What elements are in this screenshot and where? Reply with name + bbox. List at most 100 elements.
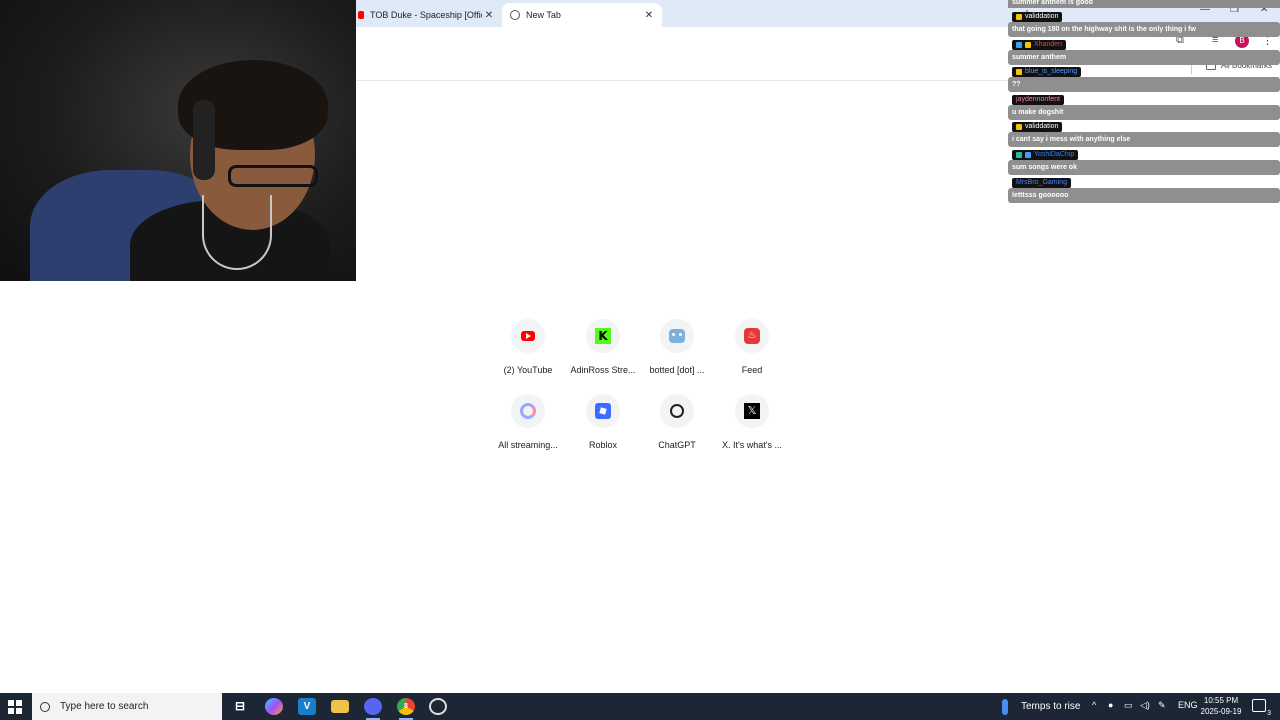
weather-icon <box>1002 699 1008 715</box>
shortcut-label: ChatGPT <box>658 440 696 450</box>
chat-username-tag: blue_is_sleeping <box>1012 67 1082 77</box>
chat-text: sum songs were ok <box>1008 160 1280 175</box>
chat-text: that going 180 on the highway shit is th… <box>1008 22 1280 37</box>
chat-username: blue_is_sleeping <box>1025 68 1078 75</box>
copilot-icon[interactable] <box>265 698 283 715</box>
vegas-app-icon[interactable]: V <box>298 698 316 715</box>
screen: TOB Duke - Spaceship [Official ✕ New Tab… <box>0 0 1280 720</box>
youtube-favicon-icon <box>358 11 364 19</box>
search-placeholder: Type here to search <box>60 701 149 712</box>
taskbar-search[interactable]: Type here to search <box>32 693 222 720</box>
pen-icon[interactable]: ✎ <box>1158 700 1166 711</box>
chat-username: validdation <box>1025 123 1059 130</box>
chat-text: u make dogshit <box>1008 105 1280 120</box>
clock-date: 2025-09-19 <box>1200 707 1242 716</box>
shortcut-label: Feed <box>741 365 763 375</box>
notification-count: 3 <box>1267 710 1271 717</box>
tab-new-tab[interactable]: New Tab ✕ <box>502 3 662 27</box>
chat-text: summer anthem <box>1008 50 1280 65</box>
shortcut-icon-bg <box>660 319 694 353</box>
obs-icon[interactable] <box>429 698 447 715</box>
chat-username-tag: validdation <box>1012 122 1063 132</box>
shortcut-icon-bg <box>511 319 545 353</box>
chrome-favicon-icon <box>510 10 520 20</box>
chat-username: YoshiDaChip <box>1034 151 1075 158</box>
chat-username-tag: validdation <box>1012 12 1063 22</box>
microphone-icon[interactable]: ● <box>1108 700 1113 710</box>
windows-taskbar: Type here to search ⊟ V 8 Temps to rise … <box>0 693 1280 720</box>
chat-username: jaydennonfent <box>1016 96 1060 103</box>
chat-username-tag: MrsBro_Gaming <box>1012 178 1071 188</box>
chat-username: validdation <box>1025 13 1059 20</box>
youtube-icon <box>521 331 535 341</box>
shortcut-icon-bg <box>586 394 620 428</box>
badge-icon <box>1025 152 1031 158</box>
badge-icon <box>1016 69 1022 75</box>
file-explorer-icon[interactable] <box>331 700 349 713</box>
network-icon[interactable]: ▭ <box>1124 700 1133 711</box>
chat-username: Xhanden <box>1034 41 1063 48</box>
shortcut-adinross[interactable]: K AdinRoss Stre... <box>563 319 643 375</box>
webcam-overlay <box>0 0 356 281</box>
shortcut-label: Roblox <box>588 440 617 450</box>
streaming-icon <box>520 403 536 419</box>
start-button[interactable] <box>8 700 22 714</box>
chain-necklace <box>202 195 272 270</box>
chat-text: i cant say i mess with anything else <box>1008 132 1280 147</box>
chatgpt-icon <box>670 404 684 418</box>
language-indicator[interactable]: ENG <box>1178 700 1198 710</box>
badge-icon <box>1016 124 1022 130</box>
hidden-icons-chevron-icon[interactable]: ^ <box>1092 700 1096 710</box>
windows-logo-icon <box>8 708 14 714</box>
badge-icon <box>1016 14 1022 20</box>
headphones <box>193 100 215 180</box>
shortcut-icon-bg <box>511 394 545 428</box>
task-view-icon[interactable]: ⊟ <box>231 698 249 715</box>
windows-logo-icon <box>8 700 14 706</box>
x-icon: 𝕏 <box>744 403 760 419</box>
clock-time: 10:55 PM <box>1203 696 1239 705</box>
close-tab-icon[interactable]: ✕ <box>642 10 656 21</box>
shortcut-youtube[interactable]: (2) YouTube <box>488 319 568 375</box>
shortcut-label: AdinRoss Stre... <box>570 365 636 375</box>
roblox-icon <box>595 403 611 419</box>
robot-icon <box>669 329 685 343</box>
shortcut-feed[interactable]: ♨ Feed <box>712 319 792 375</box>
windows-logo-icon <box>16 700 22 706</box>
shortcut-icon-bg <box>660 394 694 428</box>
discord-icon[interactable] <box>364 698 382 715</box>
system-clock[interactable]: 10:55 PM 2025-09-19 <box>1196 695 1246 717</box>
chrome-icon[interactable]: 8 <box>397 698 415 715</box>
badge-icon <box>1025 42 1031 48</box>
badge-icon <box>1016 42 1022 48</box>
shortcut-icon-bg: 𝕏 <box>735 394 769 428</box>
chat-username: MrsBro_Gaming <box>1016 179 1067 186</box>
volume-icon[interactable]: ◁) <box>1140 700 1150 711</box>
shortcut-botted[interactable]: botted [dot] ... <box>637 319 717 375</box>
chat-username-tag: Xhanden <box>1012 40 1067 50</box>
chat-text: letttsss goooooo <box>1008 188 1280 203</box>
windows-logo-icon <box>16 708 22 714</box>
shortcut-label: X. It's what's ... <box>722 440 782 450</box>
search-icon <box>40 701 50 712</box>
weather-text[interactable]: Temps to rise <box>1021 701 1080 712</box>
tab-tob-duke[interactable]: TOB Duke - Spaceship [Official ✕ <box>356 3 502 27</box>
shortcut-chatgpt[interactable]: ChatGPT <box>637 394 717 450</box>
tab-title: New Tab <box>526 10 561 20</box>
close-tab-icon[interactable]: ✕ <box>482 10 496 21</box>
shortcut-label: botted [dot] ... <box>649 365 705 375</box>
shortcut-icon-bg: ♨ <box>735 319 769 353</box>
tab-title: TOB Duke - Spaceship [Official <box>370 10 482 20</box>
shortcut-roblox[interactable]: Roblox <box>563 394 643 450</box>
shortcut-label: (2) YouTube <box>503 365 553 375</box>
shortcut-icon-bg: K <box>586 319 620 353</box>
chat-username-tag: YoshiDaChip <box>1012 150 1079 160</box>
kick-icon: K <box>595 328 611 344</box>
shortcut-x[interactable]: 𝕏 X. It's what's ... <box>712 394 792 450</box>
notification-center-icon[interactable]: 3 <box>1252 699 1271 717</box>
glasses <box>228 165 318 187</box>
badge-icon <box>1016 152 1022 158</box>
chat-username-tag: jaydennonfent <box>1012 95 1064 105</box>
feed-icon: ♨ <box>744 328 760 344</box>
shortcut-all-streaming[interactable]: All streaming... <box>488 394 568 450</box>
